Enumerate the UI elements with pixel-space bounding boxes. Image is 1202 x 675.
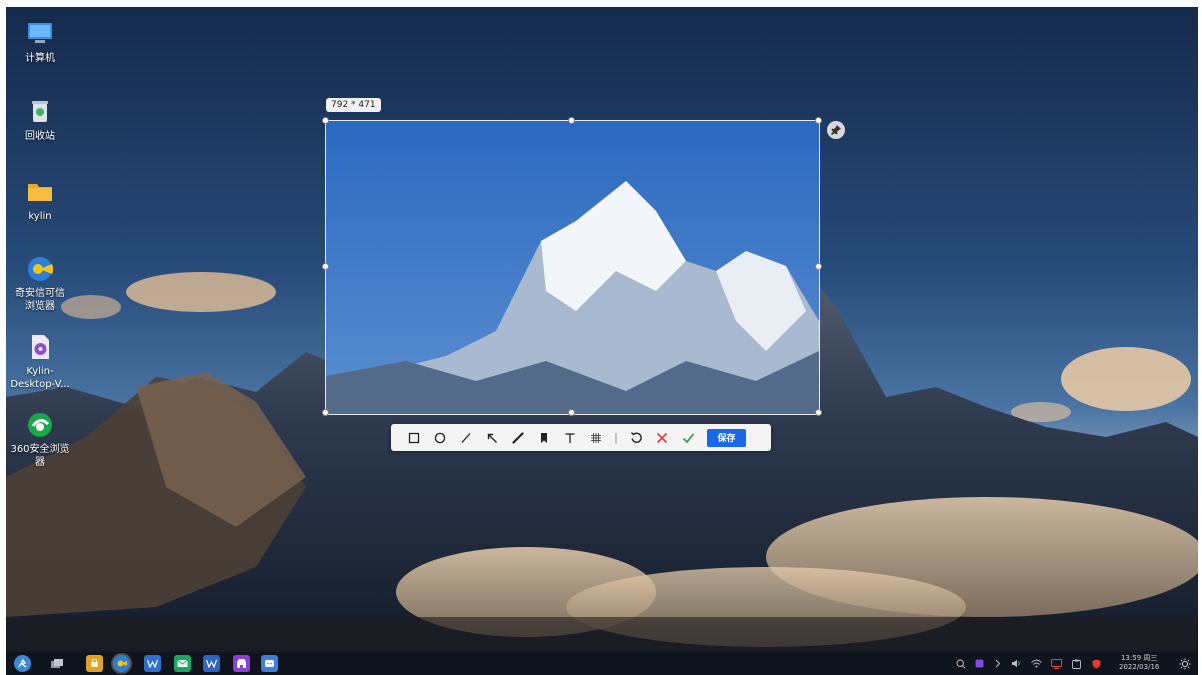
- circle-icon: [434, 432, 446, 443]
- notification-icon: [1050, 658, 1062, 669]
- wps-office-button[interactable]: [203, 655, 220, 672]
- text-icon: [565, 432, 575, 443]
- mail-icon: [177, 659, 188, 667]
- screenshot-selection[interactable]: [325, 120, 820, 415]
- security-button[interactable]: [1091, 658, 1102, 669]
- mail-button[interactable]: [174, 655, 191, 672]
- windows-icon: [50, 659, 63, 668]
- square-icon: [408, 432, 420, 443]
- confirm-button[interactable]: [675, 424, 701, 451]
- desktop-icon-disc-image[interactable]: Kylin- Desktop-V...: [6, 332, 74, 391]
- volume-button[interactable]: [1011, 658, 1022, 669]
- desktop-icon-label: 奇安信可信 浏览器: [15, 288, 65, 312]
- sun-icon: [1179, 658, 1190, 669]
- browser-button[interactable]: [113, 655, 130, 672]
- search-icon: [955, 658, 966, 669]
- chat-icon: [265, 659, 274, 667]
- disc-image-icon: [32, 335, 49, 359]
- toolbar-separator: |: [614, 431, 618, 444]
- wps-icon: [147, 659, 158, 668]
- desktop-icon-browser-360[interactable]: 360安全浏览 器: [6, 410, 74, 469]
- wps-writer-button[interactable]: [144, 655, 161, 672]
- selection-preview: [326, 121, 819, 414]
- mosaic-tool[interactable]: [583, 424, 609, 451]
- rectangle-tool[interactable]: [401, 424, 427, 451]
- save-button[interactable]: 保存: [707, 428, 746, 447]
- marker-tool[interactable]: [531, 424, 557, 451]
- chevron-icon: [995, 659, 1001, 668]
- resize-handle-b[interactable]: [568, 409, 575, 416]
- check-icon: [682, 432, 694, 443]
- resize-handle-t[interactable]: [568, 117, 575, 124]
- trash-icon: [32, 101, 48, 122]
- arrow-tool[interactable]: [479, 424, 505, 451]
- undo-icon: [630, 432, 642, 443]
- pin-icon: [831, 125, 841, 135]
- taskbar: 13:59 周三 2022/03/16: [6, 652, 1198, 675]
- desktop-icon-browser-qax[interactable]: 奇安信可信 浏览器: [6, 254, 74, 313]
- computer-icon: [28, 23, 52, 43]
- clock[interactable]: 13:59 周三 2022/03/16: [1119, 654, 1159, 672]
- start-menu-button[interactable]: [14, 655, 31, 672]
- tray-expand-button[interactable]: [993, 658, 1003, 669]
- desktop-icon-computer[interactable]: 计算机: [6, 19, 74, 65]
- wps-w-icon: [206, 659, 217, 668]
- desktop-icon-label: Kylin- Desktop-V...: [10, 366, 70, 390]
- desktop-icon-label: 计算机: [25, 53, 55, 64]
- bookmark-icon: [541, 432, 547, 443]
- resize-handle-r[interactable]: [815, 263, 822, 270]
- pin-button[interactable]: [827, 121, 845, 139]
- desktop: 计算机 回收站 kylin 奇安信可信 浏览器 Kylin- Desktop-V…: [6, 7, 1198, 652]
- resize-handle-l[interactable]: [322, 263, 329, 270]
- line-icon: [461, 432, 471, 443]
- desktop-icon-label: 回收站: [25, 131, 55, 142]
- clock-date: 2022/03/16: [1119, 663, 1160, 671]
- desktop-icon-trash[interactable]: 回收站: [6, 97, 74, 143]
- assistant-icon: [975, 659, 984, 668]
- software-center-button[interactable]: [233, 655, 250, 672]
- screenshot-toolbar: | 保存: [391, 424, 771, 451]
- show-desktop-button[interactable]: [1178, 658, 1191, 669]
- assistant-button[interactable]: [974, 658, 985, 669]
- resize-handle-br[interactable]: [815, 409, 822, 416]
- desktop-icon-label: kylin: [28, 211, 52, 222]
- line-tool[interactable]: [453, 424, 479, 451]
- clipboard-button[interactable]: [1071, 658, 1082, 669]
- folder-icon: [28, 184, 52, 201]
- search-button[interactable]: [955, 658, 966, 669]
- desktop-icon-label: 360安全浏览 器: [10, 444, 70, 468]
- undo-button[interactable]: [623, 424, 649, 451]
- mosaic-icon: [591, 432, 601, 443]
- selection-size-label: 792 * 471: [326, 98, 381, 112]
- browser-qax-icon: [117, 660, 127, 667]
- desktop-icon-folder[interactable]: kylin: [6, 177, 74, 223]
- pen-tool[interactable]: [505, 424, 531, 451]
- close-icon: [656, 432, 668, 443]
- security-icon: [1092, 659, 1101, 668]
- clock-time: 13:59 周三: [1120, 654, 1158, 662]
- software-icon: [237, 658, 246, 668]
- multitask-view-button[interactable]: [48, 655, 65, 672]
- arrow-icon: [487, 433, 497, 443]
- cancel-button[interactable]: [649, 424, 675, 451]
- clipboard-icon: [1072, 659, 1081, 669]
- resize-handle-tr[interactable]: [815, 117, 822, 124]
- text-tool[interactable]: [557, 424, 583, 451]
- volume-icon: [1012, 659, 1020, 668]
- app-store-button[interactable]: [86, 655, 103, 672]
- browser-qax-icon: [28, 257, 54, 281]
- browser-360-icon: [28, 413, 52, 437]
- wifi-icon: [1031, 659, 1042, 668]
- store-icon: [91, 659, 98, 667]
- wifi-button[interactable]: [1031, 658, 1042, 669]
- chat-button[interactable]: [261, 655, 278, 672]
- notification-button[interactable]: [1050, 658, 1062, 669]
- ellipse-tool[interactable]: [427, 424, 453, 451]
- resize-handle-bl[interactable]: [322, 409, 329, 416]
- kylin-start-icon: [18, 658, 27, 668]
- pen-icon: [512, 431, 524, 444]
- resize-handle-tl[interactable]: [322, 117, 329, 124]
